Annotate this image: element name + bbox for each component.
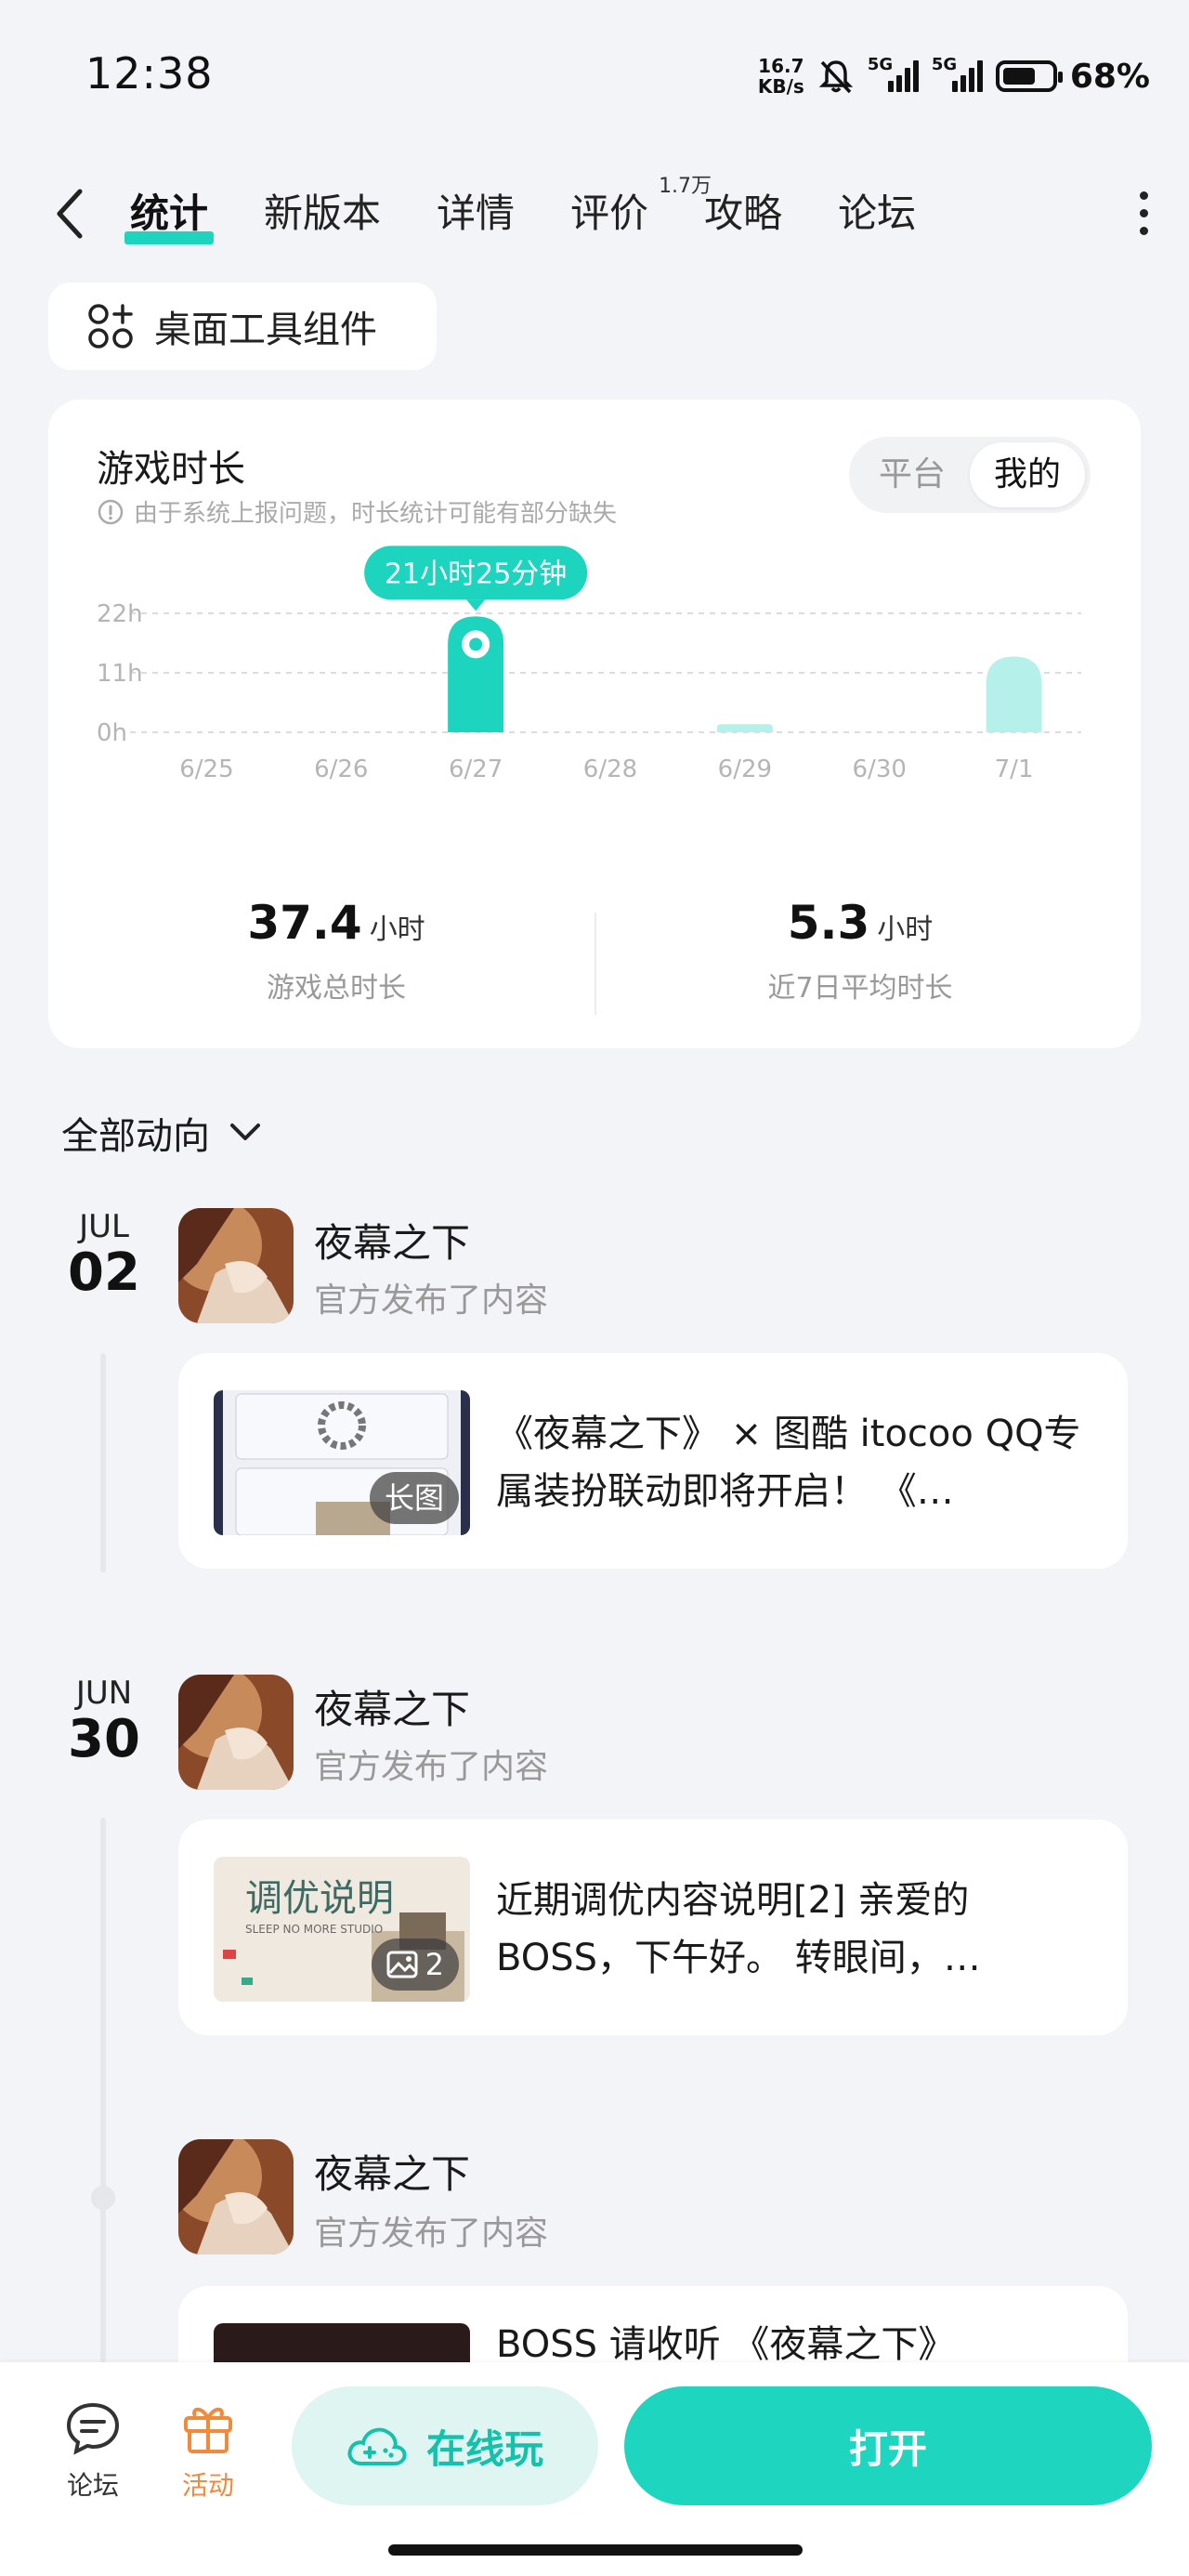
chevron-down-icon — [230, 1124, 260, 1140]
timeline-line — [100, 1818, 106, 2362]
svg-text:SLEEP NO MORE STUDIO: SLEEP NO MORE STUDIO — [245, 1923, 383, 1936]
x-tick-label: 6/27 — [449, 756, 503, 783]
game-avatar-image — [178, 1208, 294, 1323]
open-game-button[interactable]: 打开 — [624, 2386, 1152, 2505]
bar-marker-dot — [469, 637, 483, 651]
feed-action: 官方发布了内容 — [314, 1281, 549, 1320]
x-tick-label: 7/1 — [995, 756, 1034, 783]
image-icon — [386, 1951, 418, 1978]
network-speed: 16.7 KB/s — [757, 55, 804, 98]
home-indicator[interactable] — [388, 2544, 803, 2556]
play-time-title: 游戏时长 — [97, 448, 245, 491]
tab-reviews[interactable]: 评价 1.7万 — [570, 175, 712, 239]
source-toggle: 平台 我的 — [849, 437, 1091, 513]
summary-divider — [594, 913, 596, 1015]
y-tick-label: 22h — [97, 600, 143, 628]
gift-icon — [184, 2407, 232, 2453]
avatar[interactable] — [178, 2139, 294, 2254]
y-tick-label: 11h — [97, 660, 143, 688]
widget-grid-icon — [88, 304, 133, 348]
date-jun-30: JUN 30 — [68, 1675, 140, 1769]
tooltip-text: 21小时25分钟 — [385, 558, 567, 590]
feed-author[interactable]: 夜幕之下 — [314, 1212, 470, 1268]
image-count-badge: 2 — [371, 1939, 459, 1991]
play-online-button[interactable]: 在线玩 — [292, 2386, 598, 2505]
tab-forum[interactable]: 论坛 — [838, 182, 916, 239]
timeline-dot — [91, 2186, 115, 2210]
post-card[interactable]: 长图 《夜幕之下》 × 图酷 itocoo QQ专属装扮联动即将开启！ 《… — [178, 1353, 1128, 1569]
x-tick-label: 6/25 — [179, 756, 233, 783]
post-card[interactable]: 调优说明 SLEEP NO MORE STUDIO 2 近期调优内容说明[2] … — [178, 1820, 1128, 2035]
post-text: 近期调优内容说明[2] 亲爱的BOSS，下午好。 转眼间，… — [496, 1879, 981, 1979]
desktop-widget-label: 桌面工具组件 — [154, 309, 377, 351]
svg-text:调优说明: 调优说明 — [245, 1877, 394, 1920]
date-jul-02: JUL 02 — [68, 1208, 140, 1303]
play-time-card: 游戏时长 由于系统上报问题，时长统计可能有部分缺失 平台 我的 0h 11h 22h… — [48, 400, 1141, 1048]
toggle-platform[interactable]: 平台 — [855, 442, 970, 507]
info-icon — [98, 499, 124, 524]
activity-filter-dropdown[interactable]: 全部动向 — [61, 1106, 264, 1160]
post-text: 《夜幕之下》 × 图酷 itocoo QQ专属装扮联动即将开启！ 《… — [496, 1413, 1081, 1513]
signal-5g-2-icon: 5G — [932, 55, 983, 92]
total-play-time: 37.4 小时 游戏总时长 — [247, 896, 425, 1005]
x-tick-label: 6/26 — [314, 756, 368, 783]
feed-action: 官方发布了内容 — [314, 2215, 549, 2253]
forum-chat-icon — [66, 2402, 120, 2455]
feed-author[interactable]: 夜幕之下 — [314, 1678, 470, 1735]
tooltip-pointer — [466, 599, 486, 611]
post-thumbnail: 长图 — [214, 1390, 470, 1535]
stats-notice: 由于系统上报问题，时长统计可能有部分缺失 — [97, 494, 617, 529]
post-thumbnail: 调优说明 SLEEP NO MORE STUDIO 2 — [214, 1857, 470, 2002]
toggle-mine[interactable]: 我的 — [970, 442, 1085, 507]
game-avatar-image — [178, 1675, 294, 1790]
feed-author[interactable]: 夜幕之下 — [314, 2143, 470, 2200]
x-tick-label: 6/28 — [583, 756, 637, 783]
x-tick-label: 6/29 — [718, 756, 772, 783]
avatar[interactable] — [178, 1208, 294, 1323]
avatar[interactable] — [178, 1675, 294, 1790]
timeline-line — [100, 1353, 106, 1572]
battery-icon — [995, 60, 1063, 92]
tab-stats[interactable]: 统计 — [124, 182, 215, 244]
tab-new-version[interactable]: 新版本 — [264, 182, 381, 239]
status-icons: 16.7 KB/s 5G 5G 68% — [758, 50, 1150, 102]
game-avatar-image — [178, 2139, 294, 2254]
x-tick-label: 6/30 — [853, 756, 907, 783]
desktop-widget-button[interactable]: 桌面工具组件 — [48, 283, 437, 370]
tab-guides[interactable]: 攻略 — [704, 182, 782, 239]
bar-7/1 — [986, 656, 1042, 732]
back-arrow-icon[interactable] — [52, 186, 89, 242]
y-tick-label: 0h — [97, 719, 127, 747]
status-time: 12:38 — [85, 48, 214, 99]
signal-5g-1-icon: 5G — [868, 55, 919, 92]
mute-bell-icon — [818, 60, 854, 94]
tab-bar: 统计 新版本 详情 评价 1.7万 攻略 论坛 — [124, 175, 972, 244]
cloud-gamepad-icon — [347, 2427, 407, 2465]
more-options-icon[interactable] — [1140, 191, 1148, 235]
forum-button[interactable]: 论坛 — [46, 2399, 139, 2503]
average-play-time: 5.3 小时 近7日平均时长 — [767, 896, 953, 1005]
bar-6/29 — [716, 724, 773, 732]
long-image-badge: 长图 — [369, 1472, 459, 1524]
feed-action: 官方发布了内容 — [314, 1748, 549, 1786]
play-time-bar-chart: 0h 11h 22h 6/25 6/26 21小时25分钟 6/27 6/28 6/29 6/30… — [97, 545, 1081, 783]
tab-details[interactable]: 详情 — [437, 182, 515, 239]
activity-button[interactable]: 活动 — [162, 2399, 255, 2503]
battery-percent: 68% — [1069, 57, 1150, 96]
